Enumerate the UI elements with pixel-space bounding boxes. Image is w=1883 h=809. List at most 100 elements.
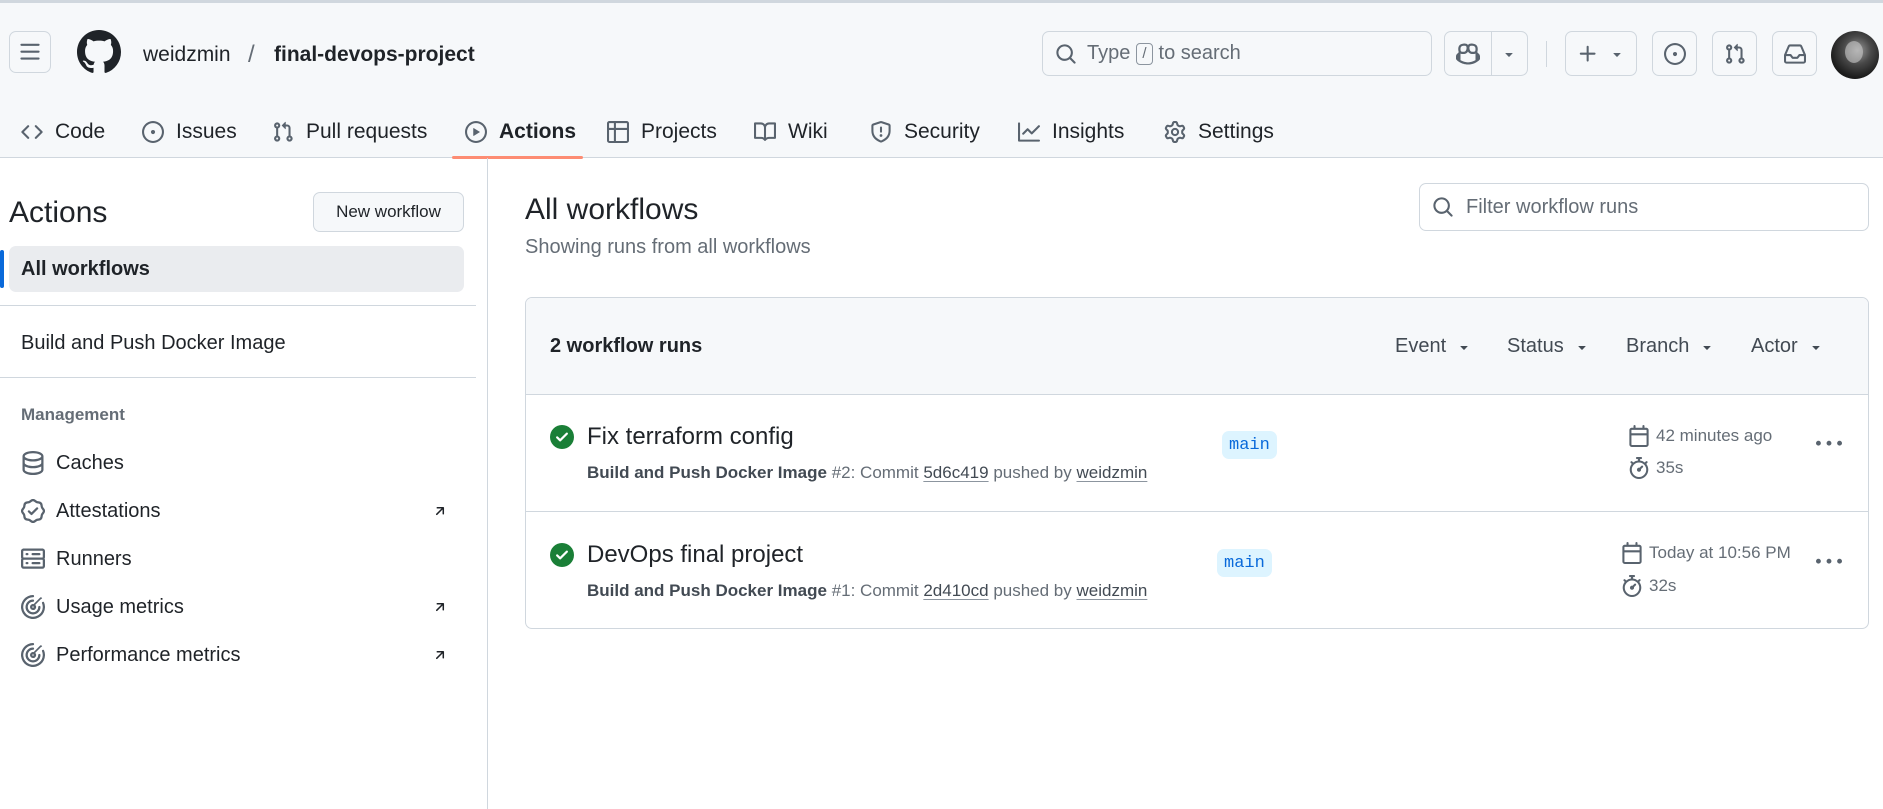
run-workflow-name: Build and Push Docker Image — [587, 581, 827, 600]
run-title-link[interactable]: Fix terraform config — [587, 423, 794, 451]
pull-request-icon — [1725, 43, 1745, 64]
user-avatar[interactable] — [1831, 31, 1879, 79]
sidebar-item-workflow[interactable]: Build and Push Docker Image — [21, 332, 286, 355]
run-options-button[interactable] — [1811, 426, 1847, 462]
runs-header: 2 workflow runs Event Status Branch Acto… — [526, 298, 1868, 395]
tab-wiki[interactable]: Wiki — [754, 103, 828, 161]
run-number: #1: Commit — [831, 581, 919, 600]
sidebar-item-label: Caches — [56, 451, 124, 474]
sidebar-item-caches[interactable]: Caches — [21, 448, 461, 478]
hamburger-icon — [20, 43, 40, 60]
create-new-button[interactable] — [1565, 31, 1637, 76]
calendar-icon — [1629, 425, 1649, 447]
code-icon — [21, 125, 43, 139]
table-icon — [607, 121, 629, 143]
tab-projects[interactable]: Projects — [607, 103, 717, 161]
sidebar-item-usage-metrics[interactable]: Usage metrics — [21, 592, 461, 622]
tab-issues[interactable]: Issues — [142, 103, 237, 161]
repo-link[interactable]: final-devops-project — [274, 43, 475, 67]
run-date: 42 minutes ago — [1628, 425, 1772, 447]
tab-settings[interactable]: Settings — [1164, 103, 1274, 161]
tab-insights[interactable]: Insights — [1018, 103, 1124, 161]
status-filter-dropdown[interactable]: Status — [1507, 335, 1590, 358]
gear-icon — [1164, 121, 1186, 143]
sidebar-divider — [0, 305, 476, 306]
tab-security[interactable]: Security — [870, 103, 980, 161]
tab-label: Code — [55, 120, 106, 143]
run-workflow-name: Build and Push Docker Image — [587, 463, 827, 482]
filter-workflow-runs-input[interactable]: Filter workflow runs — [1419, 183, 1869, 231]
check-circle-fill-icon — [550, 543, 574, 567]
copilot-dropdown-button[interactable] — [1492, 32, 1527, 75]
play-icon — [465, 121, 487, 143]
issue-opened-icon — [142, 121, 164, 143]
sidebar-item-label: Runners — [56, 547, 132, 570]
sidebar-item-performance-metrics[interactable]: Performance metrics — [21, 640, 461, 670]
shield-icon — [871, 121, 891, 143]
pushed-by-label: pushed by — [993, 463, 1072, 482]
your-pull-requests-button[interactable] — [1712, 31, 1757, 76]
search-placeholder: Type / to search — [1087, 42, 1241, 65]
management-heading: Management — [21, 405, 125, 424]
actions-sidebar: Actions New workflow All workflows Build… — [0, 158, 488, 809]
repo-header: weidzmin / final-devops-project Type / t… — [0, 0, 1883, 161]
sidebar-item-label: Performance metrics — [56, 643, 241, 666]
sidebar-item-all-workflows[interactable]: All workflows — [9, 246, 464, 292]
run-title-link[interactable]: DevOps final project — [587, 541, 803, 569]
triangle-down-icon — [1812, 345, 1820, 350]
filter-label: Branch — [1626, 335, 1690, 357]
sidebar-title: Actions — [9, 196, 108, 229]
search-shortcut-key: / — [1136, 42, 1153, 65]
owner-link[interactable]: weidzmin — [143, 43, 231, 67]
tab-label: Settings — [1198, 120, 1274, 143]
branch-label[interactable]: main — [1217, 549, 1272, 577]
run-options-button[interactable] — [1811, 544, 1847, 580]
global-search-input[interactable]: Type / to search — [1042, 31, 1432, 76]
tab-label: Projects — [641, 120, 717, 143]
open-menu-button[interactable] — [9, 31, 51, 73]
commit-link[interactable]: 2d410cd — [923, 581, 988, 600]
triangle-down-icon — [1505, 52, 1514, 57]
stopwatch-icon — [1622, 575, 1642, 597]
calendar-icon — [1622, 542, 1642, 564]
inbox-button[interactable] — [1772, 31, 1817, 76]
arrow-up-right-icon — [435, 651, 445, 660]
selected-indicator — [0, 250, 4, 288]
breadcrumb-separator: / — [248, 41, 255, 68]
tab-label: Insights — [1052, 120, 1125, 143]
actor-link[interactable]: weidzmin — [1077, 463, 1148, 482]
triangle-down-icon — [1613, 52, 1621, 57]
tab-label: Wiki — [788, 120, 828, 143]
actor-filter-dropdown[interactable]: Actor — [1751, 335, 1824, 358]
your-issues-button[interactable] — [1652, 31, 1697, 76]
workflow-run-row[interactable]: Fix terraform config Build and Push Dock… — [526, 395, 1868, 511]
filter-label: Event — [1395, 335, 1447, 357]
commit-link[interactable]: 5d6c419 — [923, 463, 988, 482]
filter-label: Actor — [1751, 335, 1798, 357]
copilot-button[interactable] — [1445, 32, 1492, 75]
branch-label[interactable]: main — [1222, 431, 1277, 459]
runs-count: 2 workflow runs — [550, 335, 703, 357]
tab-code[interactable]: Code — [21, 103, 105, 161]
github-logo-icon[interactable] — [77, 30, 121, 74]
event-filter-dropdown[interactable]: Event — [1395, 335, 1472, 358]
sidebar-item-runners[interactable]: Runners — [21, 544, 461, 574]
arrow-up-right-icon — [435, 507, 445, 516]
actor-link[interactable]: weidzmin — [1077, 581, 1148, 600]
plus-icon — [1579, 45, 1596, 62]
branch-filter-dropdown[interactable]: Branch — [1626, 335, 1715, 358]
run-date-text: Today at 10:56 PM — [1649, 543, 1791, 562]
issue-opened-icon — [1663, 42, 1686, 65]
run-number: #2: Commit — [831, 463, 919, 482]
kebab-horizontal-icon — [1816, 558, 1842, 564]
tab-pull-requests[interactable]: Pull requests — [272, 103, 427, 161]
new-workflow-button[interactable]: New workflow — [313, 192, 464, 232]
meter-icon — [21, 643, 45, 667]
sidebar-item-attestations[interactable]: Attestations — [21, 496, 461, 526]
workflow-run-row[interactable]: DevOps final project Build and Push Dock… — [526, 511, 1868, 627]
sidebar-item-label: Attestations — [56, 499, 161, 522]
check-circle-fill-icon — [550, 425, 574, 449]
triangle-down-icon — [1703, 345, 1712, 350]
tab-actions[interactable]: Actions — [465, 103, 576, 161]
database-icon — [22, 451, 44, 475]
